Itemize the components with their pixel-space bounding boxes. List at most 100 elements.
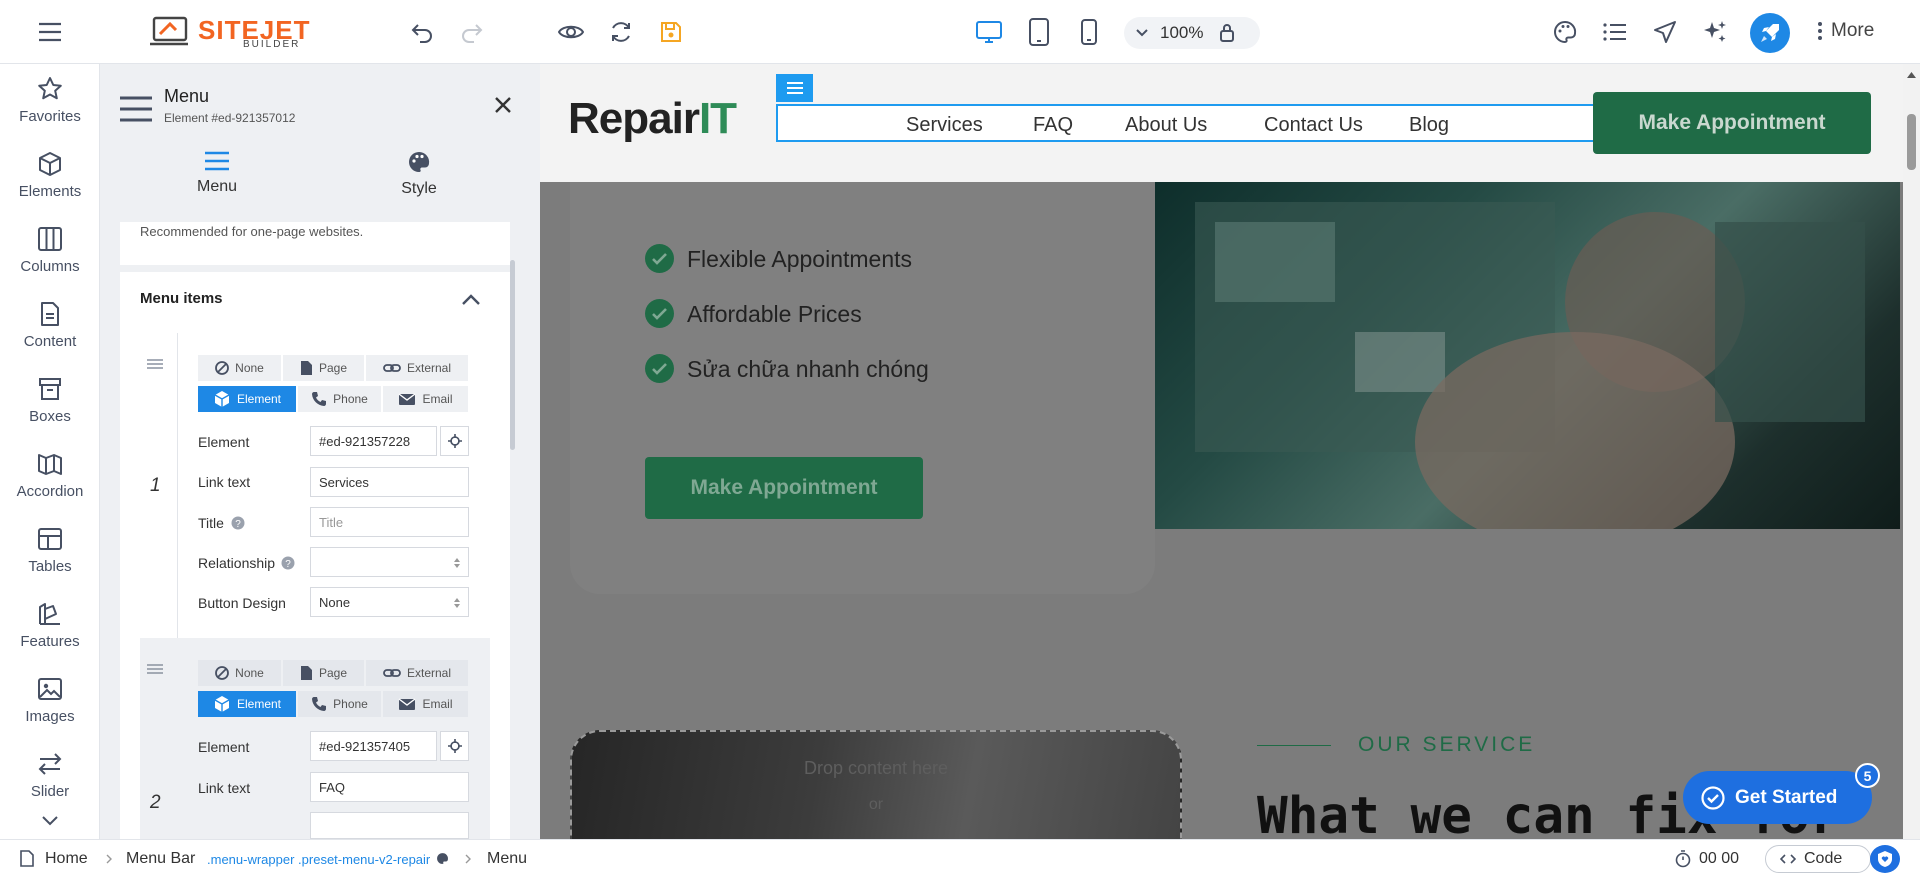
tab-menu[interactable]: Menu — [147, 150, 287, 196]
help-icon[interactable]: ? — [281, 556, 295, 570]
palette-icon[interactable] — [1547, 14, 1583, 50]
sidebar-item-label: Columns — [20, 258, 80, 275]
element-picker-button[interactable] — [440, 731, 469, 761]
lock-icon[interactable] — [1219, 23, 1235, 43]
nav-link-blog[interactable]: Blog — [1409, 114, 1449, 137]
preview-eye-icon[interactable] — [553, 14, 589, 50]
site-logo[interactable]: RepairIT — [568, 94, 737, 144]
list-icon[interactable] — [1597, 14, 1633, 50]
menu-element-icon — [119, 95, 153, 123]
link-type-none[interactable]: None — [198, 660, 281, 686]
refresh-icon[interactable] — [603, 14, 639, 50]
rocket-icon — [1761, 24, 1779, 42]
mobile-view-icon[interactable] — [1071, 14, 1107, 50]
canvas-scrollbar[interactable] — [1903, 64, 1920, 839]
link-type-none[interactable]: None — [198, 355, 281, 381]
desktop-view-icon[interactable] — [971, 14, 1007, 50]
get-started-button[interactable]: Get Started — [1683, 771, 1872, 824]
publish-rocket-button[interactable] — [1750, 13, 1790, 53]
link-type-external[interactable]: External — [366, 355, 468, 381]
kebab-icon — [1818, 22, 1822, 40]
crosshair-icon — [447, 739, 462, 753]
crumb-menu-bar[interactable]: Menu Bar — [126, 850, 195, 868]
element-handle-icon[interactable] — [776, 74, 813, 102]
service-image-dropzone[interactable]: Drop content here or — [570, 730, 1182, 839]
ai-sparkle-icon[interactable] — [1697, 14, 1733, 50]
title-field[interactable]: Title — [310, 507, 469, 537]
sidebar-item-boxes[interactable]: Boxes — [0, 376, 100, 451]
link-type-element[interactable]: Element — [198, 691, 296, 717]
crumb-home[interactable]: Home — [45, 850, 88, 868]
stopwatch-icon — [1675, 850, 1691, 868]
panel-scrollbar[interactable] — [510, 260, 515, 450]
check-icon — [645, 299, 674, 328]
hero-cta-button[interactable]: Make Appointment — [645, 457, 923, 519]
title-field[interactable] — [310, 812, 469, 839]
nav-link-contact[interactable]: Contact Us — [1264, 114, 1363, 137]
sidebar-item-accordion[interactable]: Accordion — [0, 451, 100, 526]
selected-menu[interactable]: Services FAQ About Us Contact Us Blog — [776, 104, 1596, 142]
link-type-page[interactable]: Page — [283, 355, 364, 381]
panel-title: Menu — [164, 86, 210, 106]
site-header: RepairIT Services FAQ About Us Contact U… — [540, 64, 1903, 182]
more-menu[interactable]: More — [1817, 20, 1874, 42]
drag-handle-icon[interactable] — [147, 664, 163, 674]
more-label: More — [1831, 20, 1875, 41]
hero-repair-image — [1155, 182, 1900, 529]
element-id-field[interactable]: #ed-921357228 — [310, 426, 437, 456]
field-label-button-design: Button Design — [198, 595, 286, 611]
crumb-classes[interactable]: .menu-wrapper .preset-menu-v2-repair — [207, 852, 430, 867]
link-type-page[interactable]: Page — [283, 660, 364, 686]
sidebar-item-label: Favorites — [19, 108, 81, 125]
link-type-element[interactable]: Element — [198, 386, 296, 412]
tablet-view-icon[interactable] — [1021, 14, 1057, 50]
navigation-arrow-icon[interactable] — [1647, 14, 1683, 50]
undo-icon[interactable] — [404, 14, 440, 50]
drag-handle-icon[interactable] — [147, 359, 163, 369]
sidebar-item-favorites[interactable]: Favorites — [0, 76, 100, 151]
button-design-select[interactable]: None — [310, 587, 469, 617]
sidebar-item-columns[interactable]: Columns — [0, 226, 100, 301]
link-type-email[interactable]: Email — [383, 691, 468, 717]
hamburger-menu-icon[interactable] — [32, 14, 68, 50]
link-text-field[interactable]: FAQ — [310, 772, 469, 802]
code-button[interactable]: Code — [1765, 845, 1871, 873]
crumb-menu[interactable]: Menu — [487, 850, 527, 868]
scroll-thumb[interactable] — [1907, 114, 1916, 170]
element-id-field[interactable]: #ed-921357405 — [310, 731, 437, 761]
section-label: OUR SERVICE — [1358, 733, 1536, 756]
save-icon[interactable] — [653, 14, 689, 50]
sidebar-item-tables[interactable]: Tables — [0, 526, 100, 601]
sidebar-item-images[interactable]: Images — [0, 676, 100, 751]
element-picker-button[interactable] — [440, 426, 469, 456]
zoom-control[interactable]: 100% — [1124, 17, 1260, 49]
link-type-phone[interactable]: Phone — [298, 691, 381, 717]
link-type-external[interactable]: External — [366, 660, 468, 686]
sidebar-scroll-down-icon[interactable] — [42, 816, 58, 826]
zoom-value: 100% — [1160, 23, 1204, 42]
nav-link-services[interactable]: Services — [906, 114, 983, 137]
redo-icon[interactable] — [454, 14, 490, 50]
sidebar-item-content[interactable]: Content — [0, 301, 100, 376]
nav-link-about[interactable]: About Us — [1125, 114, 1207, 137]
link-text-field[interactable]: Services — [310, 467, 469, 497]
link-type-phone[interactable]: Phone — [298, 386, 381, 412]
block-icon — [215, 666, 230, 680]
help-icon[interactable]: ? — [231, 516, 245, 530]
chevron-up-icon[interactable] — [462, 294, 480, 305]
nav-link-faq[interactable]: FAQ — [1033, 114, 1073, 137]
block-icon — [215, 361, 230, 375]
header-cta-button[interactable]: Make Appointment — [1593, 92, 1871, 154]
menu-items-title: Menu items — [140, 290, 223, 307]
palette-icon[interactable] — [436, 852, 449, 865]
close-icon[interactable] — [494, 96, 512, 114]
sidebar-item-elements[interactable]: Elements — [0, 151, 100, 226]
sidebar-item-slider[interactable]: Slider — [0, 751, 100, 826]
tab-style[interactable]: Style — [349, 150, 489, 198]
sidebar-item-features[interactable]: Features — [0, 601, 100, 676]
features-icon — [39, 603, 60, 625]
cube-icon — [214, 391, 230, 407]
shield-heart-icon[interactable] — [1870, 845, 1900, 873]
link-type-email[interactable]: Email — [383, 386, 468, 412]
relationship-select[interactable] — [310, 547, 469, 577]
